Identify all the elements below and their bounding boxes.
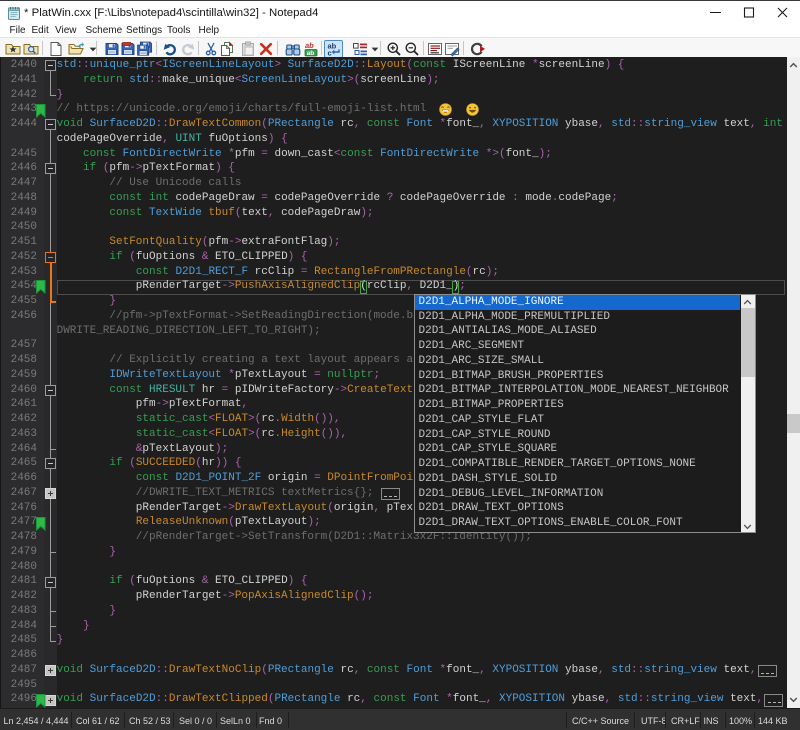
svg-text:ab: ab [305, 41, 314, 50]
svg-text:c: c [327, 49, 331, 58]
svg-text:ab: ab [307, 50, 315, 57]
